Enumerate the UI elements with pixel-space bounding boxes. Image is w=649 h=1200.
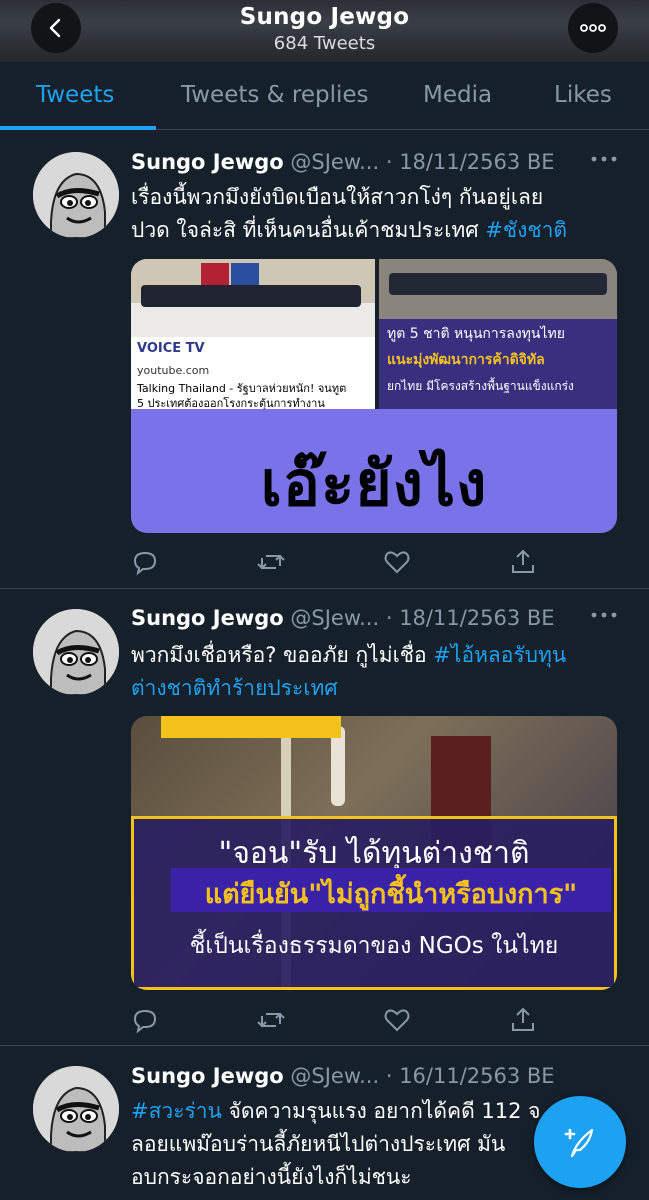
media-overlay: ทูต 5 ชาติ หนุนการลงทุนไทย แนะมุ่งพัฒนาก… xyxy=(379,319,617,409)
author-name[interactable]: Sungo Jewgo xyxy=(131,150,284,174)
tweet-menu-icon[interactable] xyxy=(590,610,618,620)
reply-icon[interactable] xyxy=(131,1006,159,1034)
tweet-text-line: #สวะร่าน จัดความรุนแรง อยากได้คดี 112 จ xyxy=(131,1095,561,1128)
tab-tweets[interactable]: Tweets xyxy=(36,82,114,108)
tweet-header: Sungo Jewgo @SJew... · 18/11/2563 BE xyxy=(131,606,621,630)
compose-tweet-button[interactable] xyxy=(534,1096,626,1188)
tweet-text-line: อบกระจอกอย่างนี้ยังไงก็ไม่ชนะ xyxy=(131,1165,412,1189)
tweet-header: Sungo Jewgo @SJew... · 16/11/2563 BE xyxy=(131,1064,621,1088)
overlay-line: ยกไทย มีโครงสร้างพื้นฐานแข็งแกร่ง xyxy=(387,379,574,393)
tweet-actions xyxy=(131,1006,534,1034)
author-name[interactable]: Sungo Jewgo xyxy=(131,1064,284,1088)
tweet-menu-icon[interactable] xyxy=(590,154,618,164)
tweet-count: 684 Tweets xyxy=(273,33,376,54)
overlay-line: แนะมุ่งพัฒนาการค้าดิจิทัล xyxy=(387,352,545,368)
tweet-text-line: ลอยแพม๊อบร่านลี้ภัยหนีไปต่างประเทศ มัน xyxy=(131,1132,506,1156)
tweet-date[interactable]: 16/11/2563 BE xyxy=(399,1064,554,1088)
tweet-card[interactable]: Sungo Jewgo @SJew... · 18/11/2563 BE เรื… xyxy=(0,131,649,589)
separator-dot: · xyxy=(385,606,393,630)
more-options-button[interactable] xyxy=(568,3,618,53)
brand-logo: VOICE TV xyxy=(137,341,205,356)
tweet-text-plain: ปวด ใจล่ะสิ ที่เห็นคนอื่นเค้าชมประเทศ xyxy=(131,218,486,242)
tweet-text-line: เรื่องนี้พวกมึงยังบิดเบือนให้สาวกโง่ๆ กั… xyxy=(131,185,544,209)
avatar[interactable] xyxy=(33,1066,119,1152)
tweet-media-image[interactable]: VOICE TV youtube.com Talking Thailand - … xyxy=(131,259,617,533)
author-handle[interactable]: @SJew... xyxy=(290,1064,379,1088)
hashtag-link[interactable]: #ไอ้หลอรับทุน xyxy=(433,643,566,667)
author-name[interactable]: Sungo Jewgo xyxy=(131,606,284,630)
tweet-date[interactable]: 18/11/2563 BE xyxy=(399,606,554,630)
media-big-text: เอ๊ะยังไง xyxy=(260,447,488,520)
profile-tabs: Tweets Tweets & replies Media Likes xyxy=(0,62,649,130)
like-icon[interactable] xyxy=(383,1006,411,1034)
tweet-text-plain: จัดความรุนแรง อยากได้คดี 112 จ xyxy=(221,1099,541,1123)
hashtag-link[interactable]: #ชังชาติ xyxy=(485,218,567,242)
tweet-actions xyxy=(131,548,534,576)
tab-tweets-and-replies[interactable]: Tweets & replies xyxy=(181,82,369,108)
avatar[interactable] xyxy=(33,152,119,238)
separator-dot: · xyxy=(385,150,393,174)
media-panel-left: VOICE TV youtube.com Talking Thailand - … xyxy=(131,259,375,410)
tweet-text: เรื่องนี้พวกมึงยังบิดเบือนให้สาวกโง่ๆ กั… xyxy=(131,181,621,247)
media-panel-right: ทูต 5 ชาติ หนุนการลงทุนไทย แนะมุ่งพัฒนาก… xyxy=(379,259,617,409)
share-icon[interactable] xyxy=(509,1006,537,1034)
like-icon[interactable] xyxy=(383,548,411,576)
compose-tweet-icon xyxy=(564,1128,594,1158)
active-tab-indicator xyxy=(0,126,156,130)
tweet-text: #สวะร่าน จัดความรุนแรง อยากได้คดี 112 จ … xyxy=(131,1095,561,1194)
overlay-line: ทูต 5 ชาติ หนุนการลงทุนไทย xyxy=(387,326,565,342)
media-caption-line: ชี้เป็นเรื่องธรรมดาของ NGOs ในไทย xyxy=(189,933,559,959)
tweet-text-line: พวกมึงเชื่อหรือ? ขออภัย กูไม่เชื่อ #ไอ้ห… xyxy=(131,639,621,672)
tweet-text-line: ปวด ใจล่ะสิ ที่เห็นคนอื่นเค้าชมประเทศ #ช… xyxy=(131,214,621,247)
author-handle[interactable]: @SJew... xyxy=(290,606,379,630)
profile-header: Sungo Jewgo 684 Tweets xyxy=(0,0,649,62)
tweet-header: Sungo Jewgo @SJew... · 18/11/2563 BE xyxy=(131,150,621,174)
avatar[interactable] xyxy=(33,609,119,695)
more-dots-icon xyxy=(580,24,606,32)
hashtag-link[interactable]: ต่างชาติทำร้ายประเทศ xyxy=(131,672,621,705)
tweet-date[interactable]: 18/11/2563 BE xyxy=(399,150,554,174)
separator-dot: · xyxy=(385,1064,393,1088)
hashtag-link[interactable]: #สวะร่าน xyxy=(131,1099,222,1123)
media-caption-line: แต่ยืนยัน"ไม่ถูกชี้นำหรือบงการ" xyxy=(204,879,578,910)
retweet-icon[interactable] xyxy=(257,1006,285,1034)
tab-media[interactable]: Media xyxy=(423,82,492,108)
link-domain: youtube.com xyxy=(137,364,210,377)
author-handle[interactable]: @SJew... xyxy=(290,150,379,174)
tweet-card[interactable]: Sungo Jewgo @SJew... · 18/11/2563 BE พวก… xyxy=(0,590,649,1046)
profile-name: Sungo Jewgo xyxy=(239,4,410,30)
share-icon[interactable] xyxy=(509,548,537,576)
tweet-text: พวกมึงเชื่อหรือ? ขออภัย กูไม่เชื่อ #ไอ้ห… xyxy=(131,639,621,705)
tweet-text-plain: พวกมึงเชื่อหรือ? ขออภัย กูไม่เชื่อ xyxy=(131,643,434,667)
tab-likes[interactable]: Likes xyxy=(554,82,612,108)
tweet-media-image[interactable]: "จอน"รับ ได้ทุนต่างชาติ แต่ยืนยัน"ไม่ถูก… xyxy=(131,716,617,990)
retweet-icon[interactable] xyxy=(257,548,285,576)
reply-icon[interactable] xyxy=(131,548,159,576)
